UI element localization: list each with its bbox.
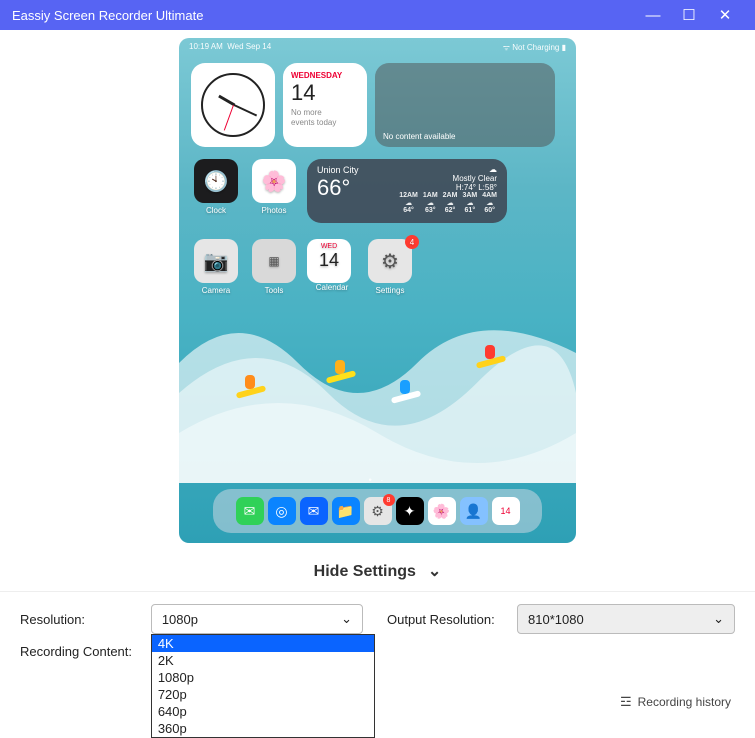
settings-badge: 4 <box>405 235 419 249</box>
device-preview: 10:19 AM Wed Sep 14 ᯤ Not Charging ▮ WED… <box>179 38 576 543</box>
device-statusbar: 10:19 AM Wed Sep 14 ᯤ Not Charging ▮ <box>179 38 576 57</box>
close-button[interactable]: ✕ <box>707 6 743 24</box>
resolution-option[interactable]: 4K <box>152 635 374 652</box>
footer: SnapShot ☲ Recording history <box>0 686 755 718</box>
contacts-icon: 👤 <box>460 497 488 525</box>
clock-app: 🕙Clock <box>191 159 241 215</box>
resolution-dropdown[interactable]: 4K2K1080p720p640p360p <box>151 634 375 738</box>
bird-icon: ✦ <box>396 497 424 525</box>
chevron-down-icon: ⌄ <box>713 611 724 627</box>
files-icon: 📁 <box>332 497 360 525</box>
output-resolution-label: Output Resolution: <box>387 612 507 627</box>
minimize-button[interactable]: — <box>635 7 671 24</box>
weather-days: 12AM☁︎64°1AM☁︎63°2AM☁︎62°3AM☁︎61°4AM☁︎60… <box>399 192 497 214</box>
safari-icon: ◎ <box>268 497 296 525</box>
photos-dock-icon: 🌸 <box>428 497 456 525</box>
photos-app: 🌸Photos <box>249 159 299 215</box>
dock: ✉ ◎ ✉ 📁 ⚙8 ✦ 🌸 👤 14 <box>213 489 542 533</box>
chevron-down-icon: ⌄ <box>428 561 441 581</box>
resolution-option[interactable]: 2K <box>152 652 374 669</box>
resolution-option[interactable]: 360p <box>152 720 374 737</box>
empty-widget: No content available <box>375 63 555 147</box>
mail-icon: ✉ <box>300 497 328 525</box>
resolution-option[interactable]: 1080p <box>152 669 374 686</box>
hide-settings-toggle[interactable]: Hide Settings⌄ <box>0 547 755 591</box>
list-icon: ☲ <box>620 694 632 710</box>
weather-widget: Union City 66° ☁︎ Mostly Clear H:74° L:5… <box>307 159 507 223</box>
resolution-label: Resolution: <box>20 612 137 627</box>
recording-content-label: Recording Content: <box>20 644 140 659</box>
wave-art <box>179 263 576 483</box>
settings-panel: Resolution: 1080p⌄ 4K2K1080p720p640p360p… <box>0 591 755 659</box>
cal-dock-icon: 14 <box>492 497 520 525</box>
messages-icon: ✉ <box>236 497 264 525</box>
maximize-button[interactable]: ☐ <box>671 6 707 24</box>
resolution-select[interactable]: 1080p⌄ 4K2K1080p720p640p360p <box>151 604 363 634</box>
clock-widget <box>191 63 275 147</box>
recording-history-link[interactable]: ☲ Recording history <box>620 694 731 710</box>
dock-settings-icon: ⚙8 <box>364 497 392 525</box>
resolution-option[interactable]: 640p <box>152 703 374 720</box>
chevron-down-icon: ⌄ <box>341 611 352 627</box>
page-dots: • · <box>179 475 576 485</box>
output-resolution-select[interactable]: 810*1080⌄ <box>517 604 735 634</box>
resolution-option[interactable]: 720p <box>152 686 374 703</box>
titlebar: Eassiy Screen Recorder Ultimate — ☐ ✕ <box>0 0 755 30</box>
calendar-widget: WEDNESDAY 14 No moreevents today <box>283 63 367 147</box>
preview-area: 10:19 AM Wed Sep 14 ᯤ Not Charging ▮ WED… <box>0 30 755 547</box>
app-title: Eassiy Screen Recorder Ultimate <box>12 8 635 23</box>
